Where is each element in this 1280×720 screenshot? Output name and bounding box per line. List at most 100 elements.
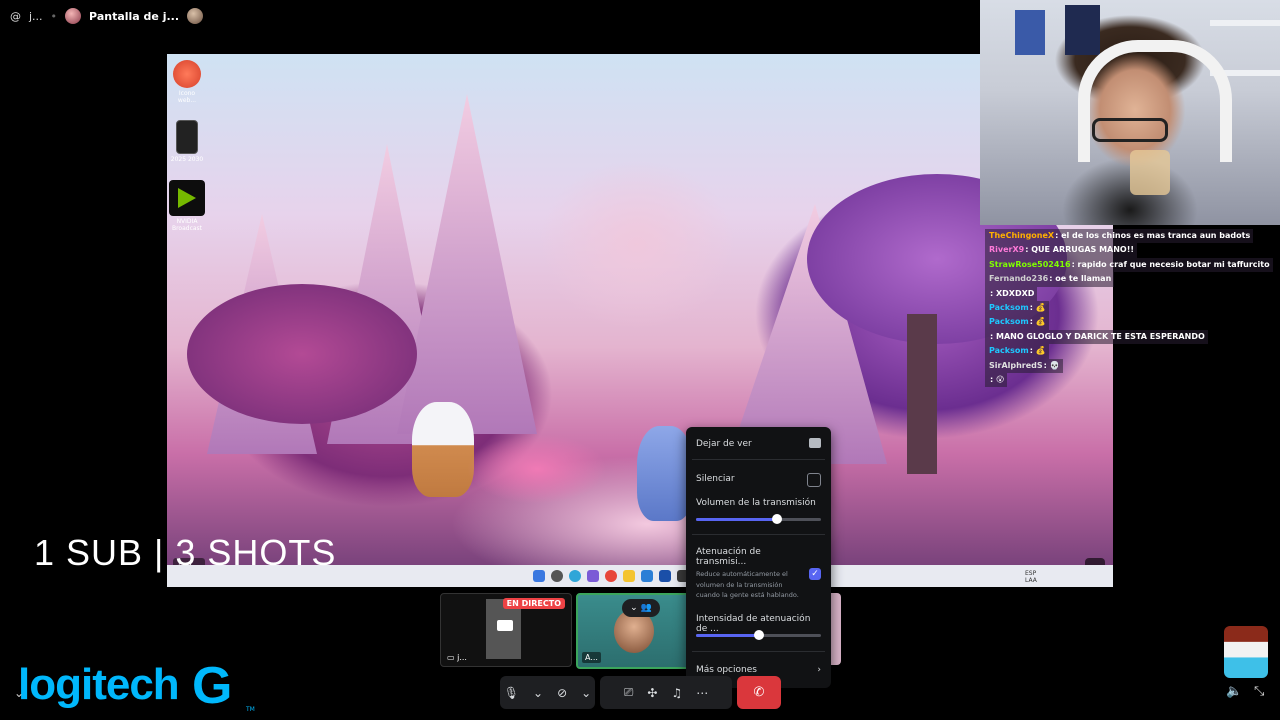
volume-icon[interactable]: 🔈 <box>1226 684 1242 699</box>
chat-message: : XDXDXD <box>985 286 1280 302</box>
tree-trunk <box>907 314 937 474</box>
slider-knob[interactable] <box>753 630 764 640</box>
poster <box>1015 10 1045 55</box>
chat-text: : 😮 <box>990 375 1005 385</box>
chat-username: SirAlphredS <box>989 360 1043 370</box>
chat-message: Fernando236: oe te llaman <box>985 272 1280 287</box>
chevron-down-icon[interactable]: ⌄ <box>14 686 24 700</box>
nvidia-broadcast-icon <box>169 180 205 216</box>
attenuation-checkbox[interactable]: ✓ <box>809 568 821 580</box>
edge-icon[interactable] <box>569 570 581 582</box>
voice-controls-left: 🎙 ⌄ ⊘ ⌄ <box>500 676 595 709</box>
at-icon: @ <box>10 9 21 23</box>
chat-text: : rapido craf que necesio botar mi taffu… <box>1071 259 1270 269</box>
taskbar-lang[interactable]: ESP LAA <box>1025 570 1045 584</box>
camera-off-icon[interactable]: ⊘ <box>557 686 567 700</box>
desktop-icon-label: Icono web... <box>177 90 197 104</box>
chevron-down-icon[interactable]: ⌄ <box>533 686 543 700</box>
glasses <box>1092 118 1168 142</box>
username-short[interactable]: j... <box>29 10 43 23</box>
app-icon[interactable] <box>641 570 653 582</box>
thumb-controls[interactable]: ⌄ 👥 <box>622 599 660 617</box>
stop-stream-icon <box>809 438 821 448</box>
chat-username: StrawRose502416 <box>989 259 1071 269</box>
desktop-icon[interactable]: 2025 2030 <box>169 120 205 163</box>
attenuation-item[interactable]: Atenuación de transmisi... Reduce automá… <box>696 547 801 601</box>
poster <box>1065 5 1100 55</box>
fullscreen-exit-icon[interactable]: ⤡ <box>1254 684 1264 699</box>
chat-username: RiverX9 <box>989 245 1025 255</box>
chat-text: : 💰 <box>1029 317 1046 327</box>
chevron-down-icon: ⌄ <box>630 603 638 613</box>
chat-message: SirAlphredS: 💀 <box>985 358 1280 374</box>
stream-thumbnail[interactable]: EN DIRECTO ▭ j... <box>440 593 572 667</box>
chat-text: : oe te llaman <box>1049 274 1112 284</box>
screen-share-icon[interactable]: ⎚ <box>624 685 634 700</box>
search-icon[interactable] <box>551 570 563 582</box>
logitech-g-logo: G <box>192 657 233 715</box>
chat-text: : 💰 <box>1029 346 1046 356</box>
chrome-icon[interactable] <box>605 570 617 582</box>
glass-cup <box>1130 150 1170 195</box>
chevron-down-icon[interactable]: ⌄ <box>581 686 591 700</box>
mute-checkbox[interactable] <box>807 473 821 487</box>
stop-watching-item[interactable]: Dejar de ver <box>696 438 821 449</box>
blue-bear-character <box>637 426 693 521</box>
chat-message: Packsom: 💰 <box>985 344 1280 359</box>
chat-username: Packsom <box>989 346 1029 356</box>
taskbar-icons <box>533 570 689 582</box>
user-thumbnail[interactable]: ⌄ 👥 A... <box>576 593 690 669</box>
stream-title: Pantalla de j... <box>89 9 180 23</box>
chat-message: : 😮 <box>985 373 1280 388</box>
desktop-icon[interactable]: Icono web... <box>169 60 205 104</box>
attenuation-description: Reduce automáticamente el volumen de la … <box>696 570 799 599</box>
desktop-icon-label: NVIDIA Broadcast <box>171 218 203 232</box>
stream-volume-slider[interactable] <box>696 514 821 524</box>
thumb-label: ▭ j... <box>447 653 467 662</box>
activities-icon[interactable]: ✣ <box>647 686 657 700</box>
thumb-label: A... <box>582 652 601 663</box>
bear-character <box>412 402 474 497</box>
shared-screen[interactable]: Icono web... 2025 2030 NVIDIA Broadcast … <box>167 54 1113 587</box>
menu-divider <box>692 459 825 460</box>
microphone-icon[interactable]: 🎙 <box>504 686 519 700</box>
mute-item[interactable]: Silenciar <box>696 474 821 484</box>
soundboard-icon[interactable]: ♫ <box>671 686 682 700</box>
windows-start-icon[interactable] <box>533 570 545 582</box>
chat-message: Packsom: 💰 <box>985 301 1280 316</box>
chat-message: Packsom: 💰 <box>985 315 1280 330</box>
mountain-peak <box>397 94 537 434</box>
chat-message: StrawRose502416: rapido craf que necesio… <box>985 257 1280 273</box>
attenuation-intensity-slider[interactable] <box>696 630 821 640</box>
more-options-item[interactable]: Más opciones › <box>696 665 821 675</box>
chat-overlay: TheChingoneX: el de los chinos es mas tr… <box>985 229 1280 388</box>
chat-username: Packsom <box>989 317 1029 327</box>
slider-knob[interactable] <box>772 514 783 524</box>
chevron-right-icon: › <box>817 665 821 675</box>
desktop-icon-label: 2025 2030 <box>170 156 204 163</box>
shelf <box>1210 20 1280 26</box>
peach-icon <box>173 60 201 88</box>
live-badge: EN DIRECTO <box>502 598 565 609</box>
desktop-icon[interactable]: NVIDIA Broadcast <box>169 180 205 232</box>
more-icon[interactable]: ⋯ <box>696 686 708 700</box>
app-icon[interactable] <box>587 570 599 582</box>
stream-context-menu: Dejar de ver Silenciar Volumen de la tra… <box>686 427 831 688</box>
purple-tree-left <box>187 284 417 424</box>
app-icon[interactable] <box>659 570 671 582</box>
chat-username: Packsom <box>989 303 1029 313</box>
flowers <box>467 434 607 504</box>
chat-message: : MANO GLOGLO Y DARICK TE ESTA ESPERANDO <box>985 329 1280 345</box>
stream-top-bar: @ j... • Pantalla de j... <box>0 0 990 32</box>
trademark: TM <box>246 706 255 713</box>
checkmark-icon: ✓ <box>811 569 819 579</box>
chat-username: Fernando236 <box>989 274 1049 284</box>
chat-text: : 💀 <box>1043 360 1060 370</box>
chat-username: TheChingoneX <box>989 231 1055 240</box>
logitech-logo: logitech <box>18 660 180 709</box>
disconnect-button[interactable]: ✆ <box>737 676 781 709</box>
sub-shots-text: 1 SUB | 3 SHOTS <box>34 532 337 573</box>
chat-message: TheChingoneX: el de los chinos es mas tr… <box>985 229 1280 244</box>
chat-message: RiverX9: QUE ARRUGAS MANO!! <box>985 243 1280 258</box>
folder-icon[interactable] <box>623 570 635 582</box>
